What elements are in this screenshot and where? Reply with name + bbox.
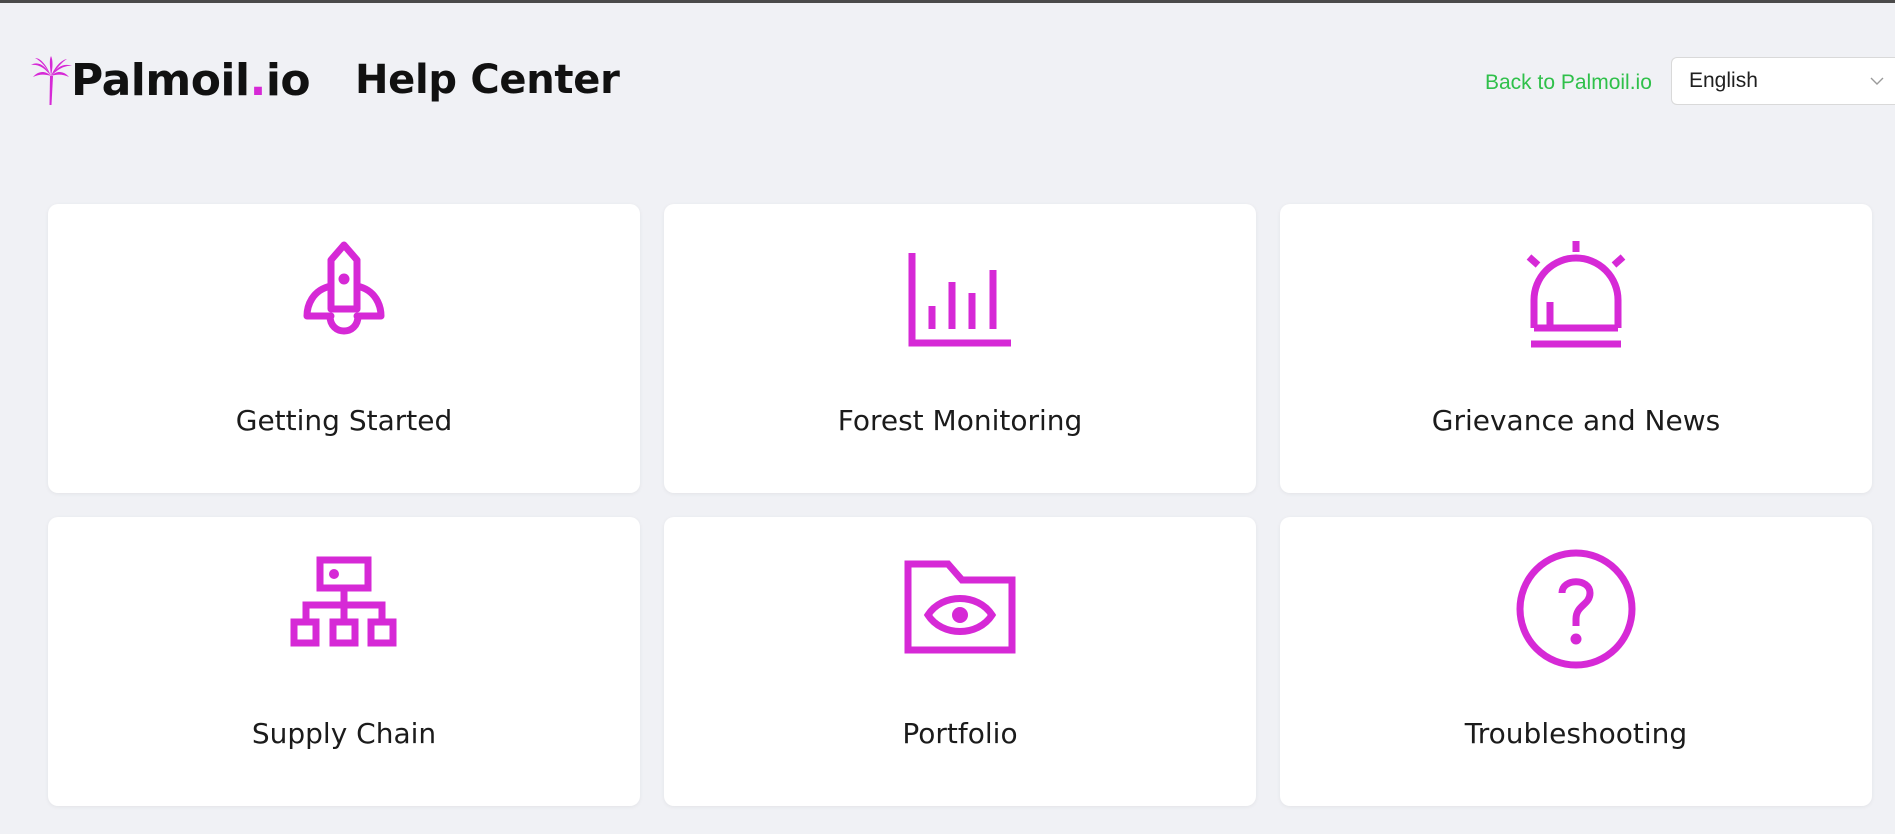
category-card-portfolio[interactable]: Portfolio — [664, 517, 1256, 806]
language-select[interactable]: English — [1671, 57, 1895, 105]
rocket-icon — [303, 241, 385, 335]
logo-text-dot: . — [249, 54, 267, 106]
category-label: Portfolio — [902, 717, 1018, 750]
back-to-site-link[interactable]: Back to Palmoil.io — [1485, 70, 1652, 96]
language-select-value: English — [1689, 69, 1758, 92]
bar-chart-icon — [908, 253, 1011, 347]
logo-text-tld: io — [265, 54, 311, 106]
category-label: Troubleshooting — [1464, 717, 1688, 750]
category-card-forest-monitoring[interactable]: Forest Monitoring — [664, 204, 1256, 493]
category-card-getting-started[interactable]: Getting Started — [48, 204, 640, 493]
header: Palmoil.io Help Center Back to Palmoil.i… — [0, 3, 1895, 163]
category-card-supply-chain[interactable]: Supply Chain — [48, 517, 640, 806]
category-label: Forest Monitoring — [837, 404, 1083, 437]
logo-wordmark: Palmoil.io — [71, 58, 311, 103]
category-label: Supply Chain — [251, 717, 437, 750]
page-title: Help Center — [355, 57, 620, 103]
question-circle-icon — [1516, 549, 1636, 669]
category-grid: Getting Started Forest Monitoring Grieva… — [48, 204, 1872, 806]
folder-eye-icon — [904, 560, 1016, 654]
alarm-siren-icon — [1526, 241, 1626, 348]
category-card-grievance-and-news[interactable]: Grievance and News — [1280, 204, 1872, 493]
hierarchy-icon — [290, 556, 397, 647]
chevron-down-icon — [1870, 77, 1884, 85]
category-label: Grievance and News — [1431, 404, 1721, 437]
category-label: Getting Started — [235, 404, 453, 437]
category-card-troubleshooting[interactable]: Troubleshooting — [1280, 517, 1872, 806]
logo-text-main: Palmoil — [71, 54, 250, 106]
palm-tree-icon — [31, 55, 72, 105]
site-logo[interactable]: Palmoil.io — [29, 53, 311, 108]
